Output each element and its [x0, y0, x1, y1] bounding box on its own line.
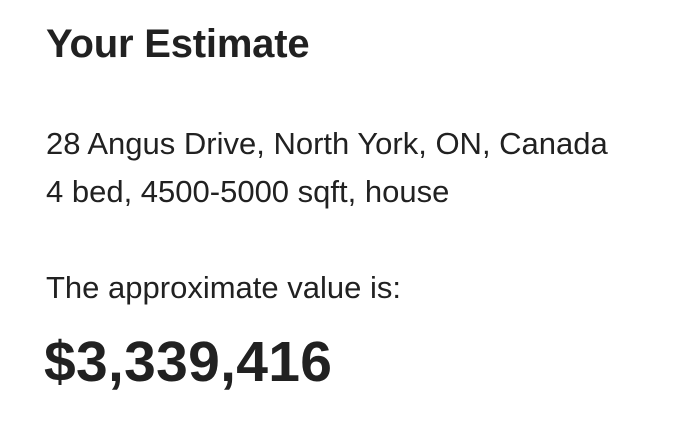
page-title: Your Estimate — [46, 22, 310, 66]
value-label: The approximate value is: — [46, 270, 401, 305]
property-address: 28 Angus Drive, North York, ON, Canada — [46, 126, 608, 161]
property-details: 4 bed, 4500-5000 sqft, house — [46, 174, 450, 209]
estimate-card: Your Estimate 28 Angus Drive, North York… — [0, 0, 682, 442]
estimated-value: $3,339,416 — [44, 330, 333, 394]
